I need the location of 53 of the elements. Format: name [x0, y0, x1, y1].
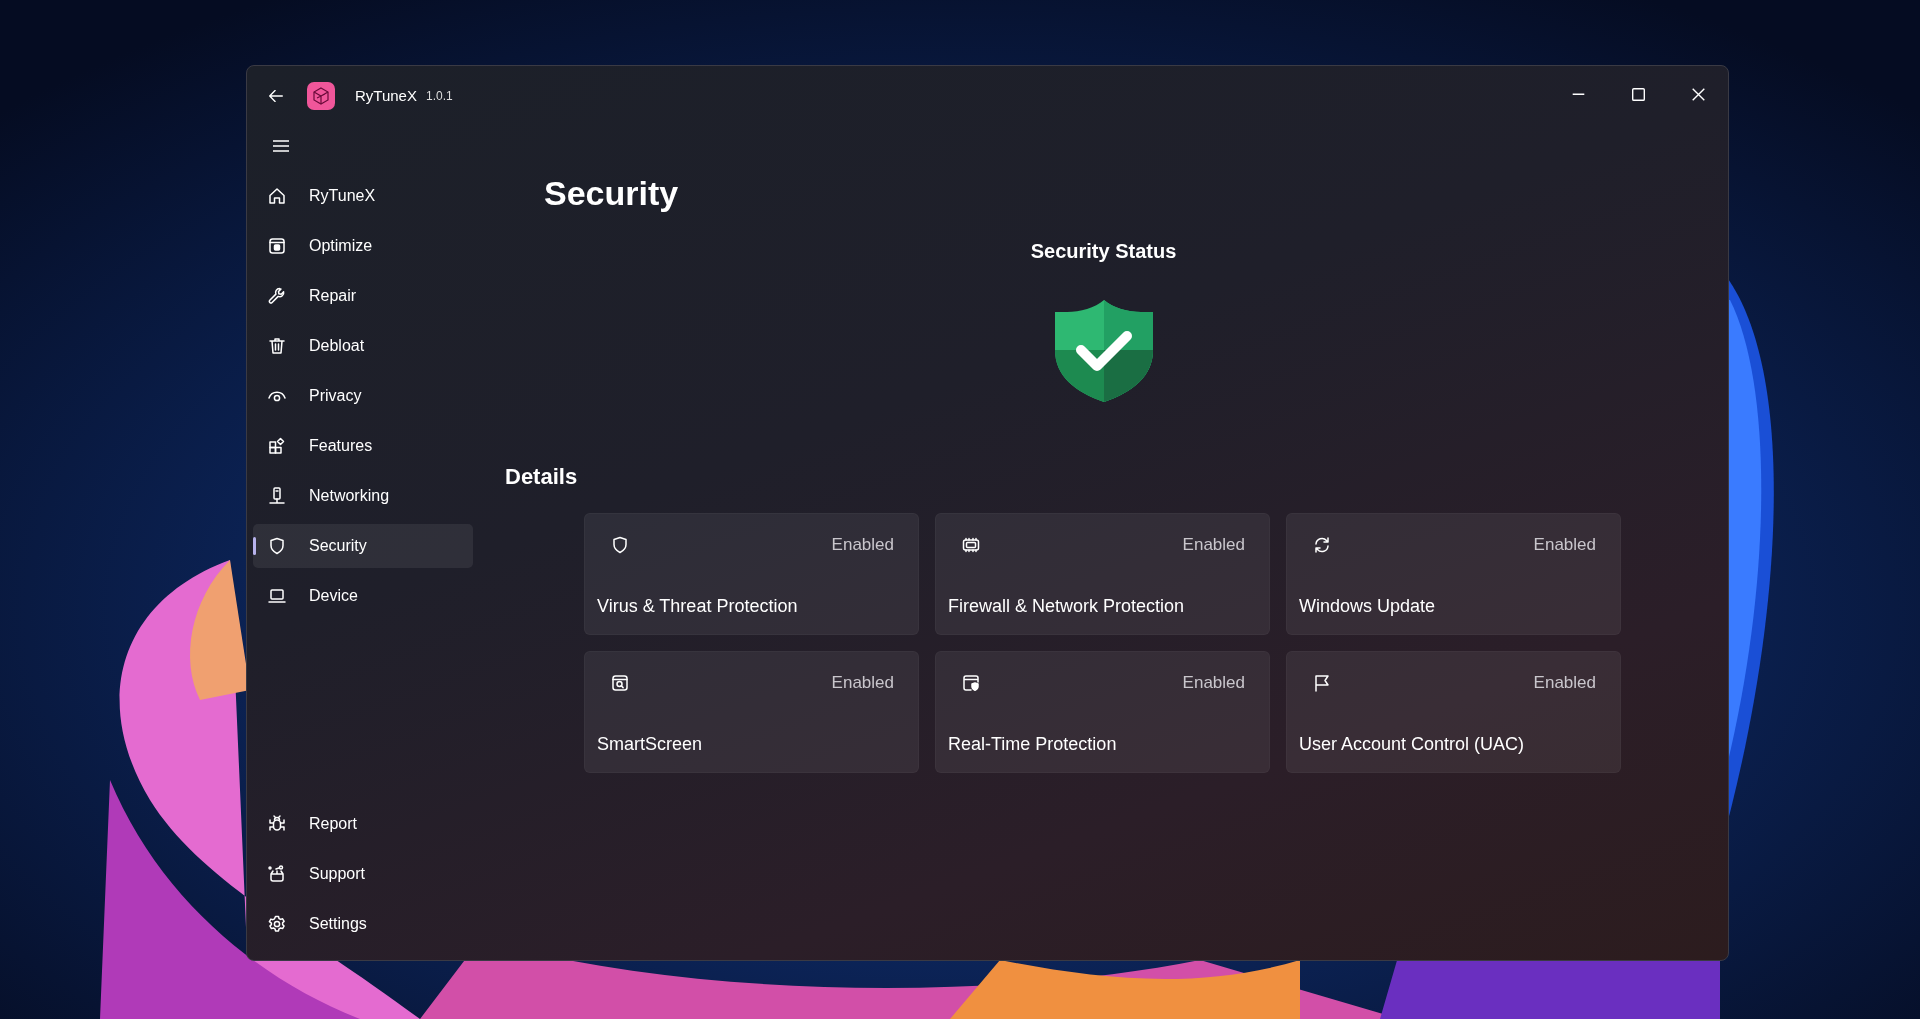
card-title: User Account Control (UAC): [1299, 732, 1526, 756]
nav-item[interactable]: Privacy: [253, 374, 473, 418]
app-version: 1.0.1: [426, 88, 453, 105]
card-title: Windows Update: [1299, 594, 1437, 618]
card-title: Virus & Threat Protection: [597, 594, 799, 618]
nav-item[interactable]: Repair: [253, 274, 473, 318]
shield-icon: [267, 536, 287, 556]
nav-item[interactable]: Device: [253, 574, 473, 618]
back-button[interactable]: [267, 87, 285, 105]
wrench-icon: [267, 286, 287, 306]
nav-item[interactable]: Debloat: [253, 324, 473, 368]
status-text: Enabled: [1182, 533, 1245, 556]
shield-icon: [610, 534, 630, 555]
page-title: Security: [544, 173, 680, 214]
app-logo: [307, 82, 335, 110]
refresh-icon: [1312, 534, 1332, 555]
bug-icon: [267, 814, 287, 834]
laptop-icon: [267, 586, 287, 606]
home-icon: [267, 186, 287, 206]
window-shield-icon: [961, 672, 981, 693]
back-arrow-icon: [267, 87, 285, 105]
status-text: Enabled: [1182, 671, 1245, 694]
server-icon: [267, 486, 287, 506]
gift-box-icon: [267, 864, 287, 884]
nav-item[interactable]: RyTuneX: [253, 174, 473, 218]
nav-item[interactable]: Report: [253, 802, 473, 846]
close-icon: [1691, 87, 1705, 101]
status-text: Enabled: [1533, 671, 1596, 694]
section-heading: Security Status: [1029, 238, 1178, 264]
status-text: Enabled: [831, 533, 894, 556]
selection-indicator: [253, 537, 256, 555]
nav-item[interactable]: Settings: [253, 902, 473, 946]
nav-item[interactable]: Support: [253, 852, 473, 896]
status-text: Enabled: [1533, 533, 1596, 556]
status-text: Enabled: [831, 671, 894, 694]
flag-icon: [1312, 672, 1332, 693]
app-window-icon: [267, 236, 287, 256]
card-title: Real-Time Protection: [948, 732, 1118, 756]
nav-item[interactable]: Networking: [253, 474, 473, 518]
app-name: RyTuneX: [355, 85, 417, 106]
shield-check-icon: [1054, 299, 1153, 402]
settings-icon: [267, 914, 287, 934]
nav-item[interactable]: Optimize: [253, 224, 473, 268]
card-title: SmartScreen: [597, 732, 704, 756]
nav-item[interactable]: Security: [253, 524, 473, 568]
minimize-icon: [1571, 92, 1585, 96]
browser-search-icon: [610, 672, 630, 693]
section-heading: Details: [505, 462, 579, 491]
card-title: Firewall & Network Protection: [948, 594, 1186, 618]
maximize-icon: [1631, 87, 1645, 101]
nav-item[interactable]: Features: [253, 424, 473, 468]
trash-icon: [267, 336, 287, 356]
apps-icon: [267, 436, 287, 456]
